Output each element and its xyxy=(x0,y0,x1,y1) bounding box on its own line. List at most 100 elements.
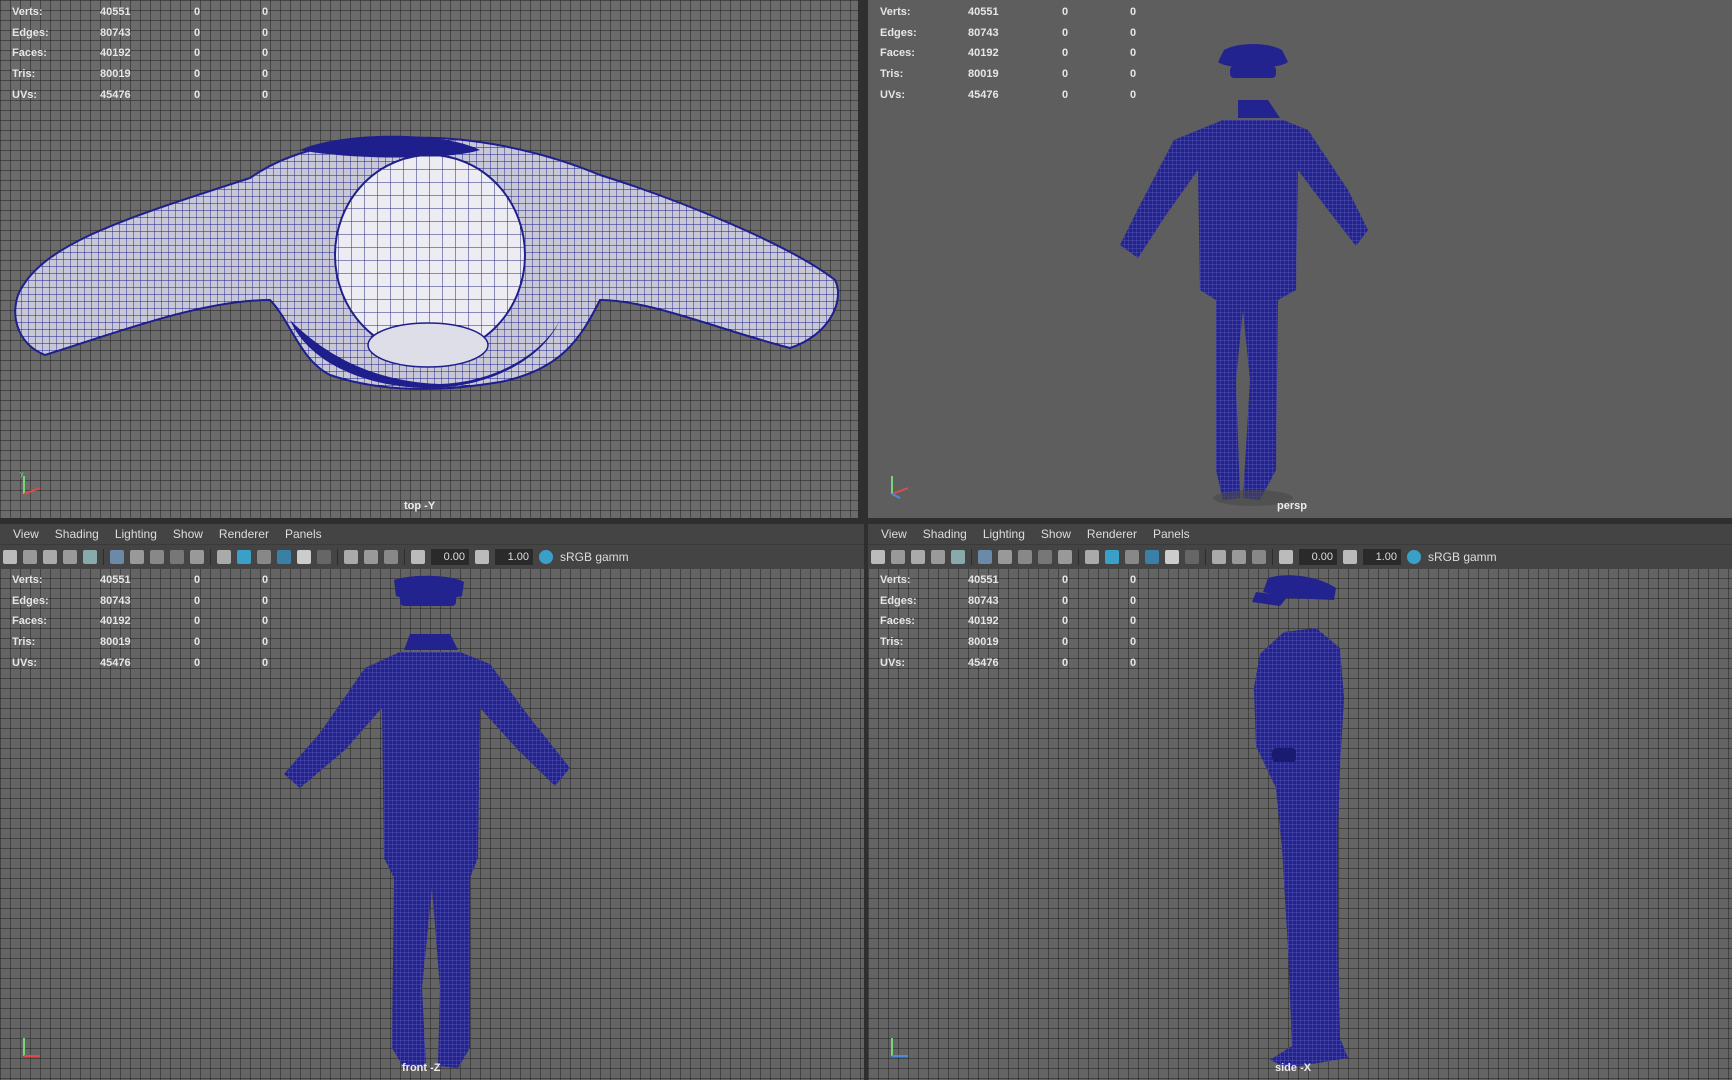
camera-label-top: top -Y xyxy=(404,500,436,512)
poly-count-hud: Verts: 40551 0 0 Edges: 80743 0 0 Faces: 40192 0… xyxy=(12,2,302,105)
resolution-gate-icon[interactable] xyxy=(150,550,164,564)
hud-row-edges: Edges: 80743 0 0 xyxy=(880,26,1137,39)
menu-renderer[interactable]: Renderer xyxy=(1087,527,1137,541)
wireframe-icon[interactable] xyxy=(217,550,231,564)
hud-row-uvs: UVs: 45476 0 0 xyxy=(12,656,269,669)
menu-view[interactable]: View xyxy=(881,527,907,541)
gamma-icon[interactable] xyxy=(1343,550,1357,564)
field-chart-icon[interactable] xyxy=(1058,550,1072,564)
lights-icon[interactable] xyxy=(297,550,311,564)
separator xyxy=(971,549,972,565)
axis-gizmo: y xyxy=(20,471,41,495)
menu-panels[interactable]: Panels xyxy=(285,527,322,541)
camera-attributes-icon[interactable] xyxy=(891,550,905,564)
isolate-select-icon[interactable] xyxy=(384,550,398,564)
exposure-icon[interactable] xyxy=(1279,550,1293,564)
smooth-shade-icon[interactable] xyxy=(1105,550,1119,564)
camera-icon[interactable] xyxy=(3,550,17,564)
color-space-label[interactable]: sRGB gamm xyxy=(560,550,629,564)
poly-count-hud: Verts: 40551 0 0 Edges: 80743 0 0 Faces: 40192 0… xyxy=(880,2,1170,105)
color-space-label[interactable]: sRGB gamm xyxy=(1428,550,1497,564)
axis-gizmo xyxy=(891,476,909,499)
panel-menubar-right: View Shading Lighting Show Renderer Pane… xyxy=(868,524,1732,544)
camera-label-side: side -X xyxy=(1275,1062,1312,1074)
hud-row-verts: Verts: 40551 0 0 xyxy=(880,574,1137,587)
color-management-icon[interactable] xyxy=(539,550,553,564)
menu-view[interactable]: View xyxy=(13,527,39,541)
hud-row-tris: Tris: 80019 0 0 xyxy=(880,636,1137,649)
shadows-icon[interactable] xyxy=(317,550,331,564)
separator xyxy=(1272,549,1273,565)
color-management-icon[interactable] xyxy=(1407,550,1421,564)
grease-pencil-icon[interactable] xyxy=(951,550,965,564)
grease-pencil-icon[interactable] xyxy=(83,550,97,564)
smooth-shade-icon[interactable] xyxy=(237,550,251,564)
viewport-top[interactable]: Verts: 40551 0 0 Edges: 80743 0 0 Faces: 40192 0… xyxy=(0,0,858,518)
xray-joints-icon[interactable] xyxy=(1232,550,1246,564)
wireframe-icon[interactable] xyxy=(1085,550,1099,564)
xray-icon[interactable] xyxy=(344,550,358,564)
hud-row-verts: Verts: 40551 0 0 xyxy=(880,6,1137,19)
viewport-side[interactable]: Verts: 40551 0 0 Edges: 80743 0 0 Faces: 40192 0… xyxy=(868,568,1732,1080)
hud-row-faces: Faces: 40192 0 0 xyxy=(12,615,269,628)
resolution-gate-icon[interactable] xyxy=(1018,550,1032,564)
separator xyxy=(337,549,338,565)
camera-icon[interactable] xyxy=(871,550,885,564)
isolate-select-icon[interactable] xyxy=(1252,550,1266,564)
separator xyxy=(1078,549,1079,565)
bookmark-icon[interactable] xyxy=(911,550,925,564)
grid-toggle-icon[interactable] xyxy=(978,550,992,564)
camera-label-front: front -Z xyxy=(402,1062,441,1074)
gate-mask-icon[interactable] xyxy=(170,550,184,564)
hud-row-tris: Tris: 80019 0 0 xyxy=(880,68,1137,81)
menu-renderer[interactable]: Renderer xyxy=(219,527,269,541)
pane-splitter-vertical[interactable] xyxy=(858,0,868,518)
textured-icon[interactable] xyxy=(1145,550,1159,564)
gamma-field[interactable]: 1.00 xyxy=(1363,549,1401,565)
field-chart-icon[interactable] xyxy=(190,550,204,564)
viewport-persp[interactable]: Verts: 40551 0 0 Edges: 80743 0 0 Faces: 40192 0… xyxy=(868,0,1732,518)
film-gate-icon[interactable] xyxy=(130,550,144,564)
xray-joints-icon[interactable] xyxy=(364,550,378,564)
menu-show[interactable]: Show xyxy=(1041,527,1071,541)
svg-text:y: y xyxy=(20,471,24,478)
hud-row-faces: Faces: 40192 0 0 xyxy=(12,47,269,60)
shadows-icon[interactable] xyxy=(1185,550,1199,564)
gamma-icon[interactable] xyxy=(475,550,489,564)
hud-row-uvs: UVs: 45476 0 0 xyxy=(880,656,1137,669)
lights-icon[interactable] xyxy=(1165,550,1179,564)
menu-panels[interactable]: Panels xyxy=(1153,527,1190,541)
menu-lighting[interactable]: Lighting xyxy=(115,527,157,541)
bookmark-icon[interactable] xyxy=(43,550,57,564)
grid-toggle-icon[interactable] xyxy=(110,550,124,564)
axis-gizmo xyxy=(23,1038,40,1057)
exposure-field[interactable]: 0.00 xyxy=(1299,549,1337,565)
wireframe-on-shaded-icon[interactable] xyxy=(257,550,271,564)
image-plane-icon[interactable] xyxy=(63,550,77,564)
menu-show[interactable]: Show xyxy=(173,527,203,541)
poly-count-hud: Verts: 40551 0 0 Edges: 80743 0 0 Faces: 40192 0… xyxy=(880,570,1170,673)
poly-count-hud: Verts: 40551 0 0 Edges: 80743 0 0 Faces: 40192 0… xyxy=(12,570,302,673)
separator xyxy=(103,549,104,565)
gate-mask-icon[interactable] xyxy=(1038,550,1052,564)
xray-icon[interactable] xyxy=(1212,550,1226,564)
exposure-icon[interactable] xyxy=(411,550,425,564)
panel-menubar-left: View Shading Lighting Show Renderer Pane… xyxy=(0,524,864,544)
hud-row-verts: Verts: 40551 0 0 xyxy=(12,6,269,19)
exposure-field[interactable]: 0.00 xyxy=(431,549,469,565)
panel-toolbar-left: 0.00 1.00 sRGB gamm xyxy=(0,544,864,569)
hud-row-uvs: UVs: 45476 0 0 xyxy=(12,88,269,101)
wireframe-on-shaded-icon[interactable] xyxy=(1125,550,1139,564)
menu-shading[interactable]: Shading xyxy=(55,527,99,541)
menu-shading[interactable]: Shading xyxy=(923,527,967,541)
panel-toolbar-right: 0.00 1.00 sRGB gamm xyxy=(868,544,1732,569)
hud-row-edges: Edges: 80743 0 0 xyxy=(12,26,269,39)
gamma-field[interactable]: 1.00 xyxy=(495,549,533,565)
film-gate-icon[interactable] xyxy=(998,550,1012,564)
textured-icon[interactable] xyxy=(277,550,291,564)
viewport-front[interactable]: Verts: 40551 0 0 Edges: 80743 0 0 Faces: 40192 0… xyxy=(0,568,864,1080)
camera-attributes-icon[interactable] xyxy=(23,550,37,564)
separator xyxy=(210,549,211,565)
image-plane-icon[interactable] xyxy=(931,550,945,564)
menu-lighting[interactable]: Lighting xyxy=(983,527,1025,541)
